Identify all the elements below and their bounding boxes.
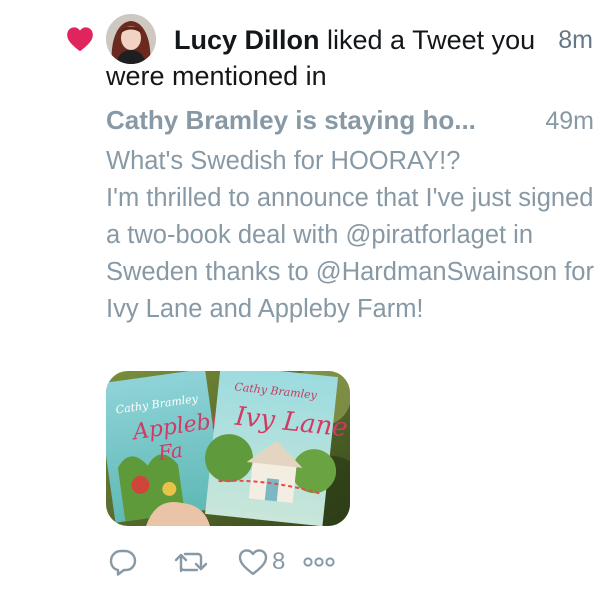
like-count: 8 xyxy=(272,548,286,575)
retweet-icon xyxy=(174,552,208,573)
svg-text:Fa: Fa xyxy=(156,438,185,465)
notification-time: 8m xyxy=(558,26,593,54)
reply-button[interactable] xyxy=(108,547,138,577)
like-button[interactable]: 8 xyxy=(238,548,285,576)
books-photo: Cathy Bramley Applebi Fa Cathy Bramley I… xyxy=(106,371,350,526)
more-button[interactable] xyxy=(303,554,335,570)
notification-text: Lucy Dillon liked a Tweet you were menti… xyxy=(106,22,596,94)
notification-action: liked a Tweet you were mentioned in xyxy=(106,25,536,91)
reply-icon xyxy=(109,549,137,576)
quoted-text: What's Swedish for HOORAY!? I'm thrilled… xyxy=(106,147,594,323)
tweet-media-image[interactable]: Cathy Bramley Applebi Fa Cathy Bramley I… xyxy=(106,371,350,526)
quoted-author[interactable]: Cathy Bramley is staying ho... xyxy=(106,105,476,136)
quoted-tweet[interactable]: Cathy Bramley is staying ho... 49m What'… xyxy=(106,105,594,328)
actor-name[interactable]: Lucy Dillon xyxy=(174,25,320,55)
tweet-actions: 8 xyxy=(108,544,335,580)
heart-outline-icon xyxy=(238,549,268,576)
more-dots-icon xyxy=(303,557,335,567)
liked-heart-icon xyxy=(67,27,93,52)
quoted-time: 49m xyxy=(545,107,594,135)
retweet-button[interactable] xyxy=(174,547,208,577)
